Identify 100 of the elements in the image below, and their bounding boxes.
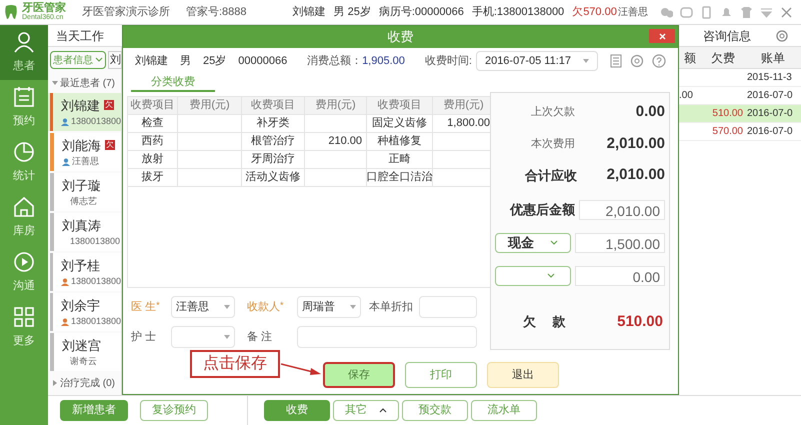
- dropdown-arrow-icon: [350, 305, 356, 309]
- table-cell: [305, 115, 367, 133]
- patient-info: 刘锦建: [135, 54, 168, 69]
- amount-field[interactable]: 2,010.00: [579, 200, 665, 220]
- house-icon: [12, 195, 36, 220]
- table-cell: 口腔全口洁治: [367, 169, 433, 187]
- table-cell: [178, 169, 242, 187]
- summary-label: 本次费用: [530, 136, 575, 152]
- tab[interactable]: 当天工作: [56, 26, 104, 44]
- table-cell: 补牙类: [242, 115, 305, 133]
- payment-method-select[interactable]: 现金: [495, 232, 571, 252]
- table-cell-text: 2016-07-0: [746, 107, 794, 121]
- table-cell: 拔牙: [128, 169, 178, 187]
- dialog-button[interactable]: 保存: [323, 362, 395, 388]
- tab[interactable]: 咨询信息: [703, 26, 751, 44]
- table-cell-text: 570.00: [711, 125, 744, 139]
- table-cell-text: 2016-07-0: [746, 89, 794, 103]
- play-icon: [12, 250, 36, 274]
- input-field[interactable]: [297, 326, 477, 348]
- patient-detail: 1380013800: [70, 115, 121, 128]
- group-label: 治疗完成 (0): [60, 376, 115, 390]
- required-mark: *: [156, 298, 160, 312]
- callout-label: 点击保存: [190, 350, 280, 378]
- patient-info: 男: [180, 54, 191, 69]
- amount-field[interactable]: 1,500.00: [575, 232, 665, 252]
- dialog-button[interactable]: 退出: [487, 362, 559, 388]
- close-icon: [658, 32, 666, 40]
- table-cell: 牙周治疗: [242, 151, 305, 169]
- payment-method-select[interactable]: [495, 266, 571, 286]
- time-field[interactable]: 2016-07-05 11:17: [476, 51, 598, 71]
- patient-name: 刘锦建: [60, 96, 100, 114]
- dropdown-icon: [760, 6, 773, 18]
- group-label: 最近患者 (7): [60, 76, 115, 90]
- table-cell: [305, 169, 367, 187]
- patient-detail: 1380013800: [70, 275, 121, 288]
- select-field[interactable]: 汪善思: [171, 296, 235, 318]
- summary-value: 0.00: [636, 102, 665, 122]
- sidebar-item[interactable]: 患者: [0, 25, 48, 80]
- table-cell: 活动义齿修: [242, 169, 305, 187]
- select-field[interactable]: [171, 326, 235, 348]
- patient-info: 25岁: [203, 54, 226, 69]
- column-header: 费用(元): [178, 97, 242, 115]
- patient-item[interactable]: 刘真涛 1380013800: [48, 213, 121, 251]
- patient-info: 00000066: [238, 54, 288, 69]
- summary-label: 合计应收: [524, 166, 577, 184]
- summary-label: 上次欠款: [530, 105, 575, 120]
- phone-number: 手机:13800138000: [472, 4, 564, 20]
- patient-item[interactable]: 刘予桂 1380013800: [48, 253, 121, 291]
- pie-chart-icon: [12, 140, 36, 164]
- chevron-icon: [550, 240, 558, 245]
- patient-name: 刘锦建: [292, 4, 326, 20]
- account-number: 管家号:8888: [186, 4, 247, 20]
- grid-icon: [12, 305, 36, 330]
- person-icon: [12, 30, 36, 54]
- table-cell: 西药: [128, 133, 178, 151]
- owed-badge: 欠: [105, 140, 115, 150]
- required-mark: *: [280, 298, 284, 312]
- table-cell: 210.00: [305, 133, 367, 151]
- table-cell: 固定义齿修: [367, 115, 433, 133]
- patient-detail: 1380013800: [70, 315, 121, 328]
- tooth-icon: [4, 4, 18, 20]
- table-cell-text: 2015-11-3: [746, 71, 793, 85]
- summary-value: 2,010.00: [606, 165, 665, 185]
- field-label: 护 士: [131, 330, 156, 345]
- patient-item[interactable]: 刘锦建 欠 1380013800: [48, 93, 121, 131]
- balance-value: 510.00: [617, 312, 664, 332]
- owed-badge: 欠: [104, 100, 114, 110]
- record-number: 病历号:00000066: [378, 4, 464, 20]
- mobile-icon: [700, 6, 713, 18]
- column-header: 收费项目: [367, 97, 433, 115]
- patient-item[interactable]: 刘子璇 傅志艺: [48, 173, 121, 211]
- patient-item[interactable]: 刘迷宫 谢奇云: [48, 333, 121, 371]
- table-cell: [178, 115, 242, 133]
- arrow-drawing: [281, 363, 321, 375]
- table-cell: [178, 151, 242, 169]
- close-button[interactable]: [649, 29, 675, 43]
- patient-name: 刘迷宫: [62, 336, 101, 354]
- dropdown-arrow-icon: [224, 305, 230, 309]
- amount-field[interactable]: 0.00: [575, 266, 665, 286]
- field-label: 本单折扣: [369, 300, 413, 315]
- patient-item[interactable]: 刘能海 欠 汪善思: [48, 133, 121, 171]
- table-cell-text: 510.00: [711, 107, 744, 121]
- select-field[interactable]: 周瑞普: [297, 296, 361, 318]
- summary-value: 2,010.00: [606, 134, 665, 154]
- balance-label: 欠 款: [522, 313, 566, 331]
- search-field[interactable]: 刘: [108, 51, 122, 69]
- patient-sex-age: 男 25岁: [334, 4, 371, 20]
- calendar-icon: [12, 85, 36, 110]
- person-icon: [60, 278, 69, 286]
- close-button[interactable]: [780, 6, 793, 18]
- person-icon: [60, 318, 69, 326]
- owed-amount: 欠570.00: [572, 4, 617, 20]
- column-header: 欠费: [710, 50, 736, 66]
- input-field[interactable]: [419, 296, 477, 318]
- table-cell: 根管治疗: [242, 133, 305, 151]
- help-icon: [652, 54, 666, 68]
- patient-item[interactable]: 刘余宇 1380013800: [48, 293, 121, 331]
- field-label: 医 生: [131, 300, 156, 315]
- bill-row[interactable]: 510.00 2016-07-0: [679, 105, 801, 123]
- dropdown-arrow-icon: [583, 59, 589, 63]
